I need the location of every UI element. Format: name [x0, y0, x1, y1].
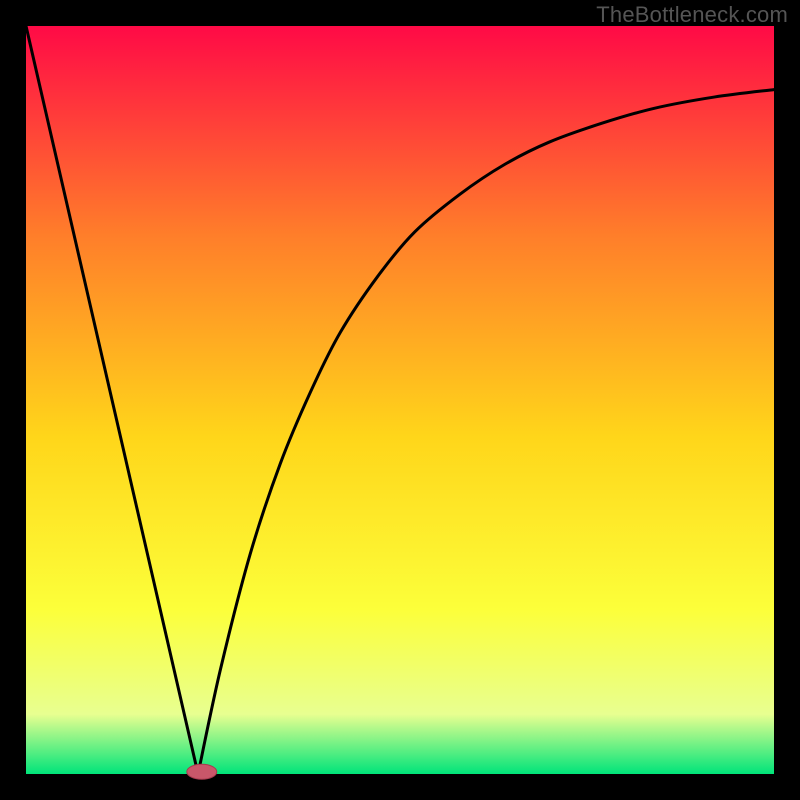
bottleneck-chart	[0, 0, 800, 800]
gradient-background	[26, 26, 774, 774]
watermark-text: TheBottleneck.com	[596, 2, 788, 28]
optimum-marker	[187, 764, 217, 779]
chart-frame: TheBottleneck.com	[0, 0, 800, 800]
